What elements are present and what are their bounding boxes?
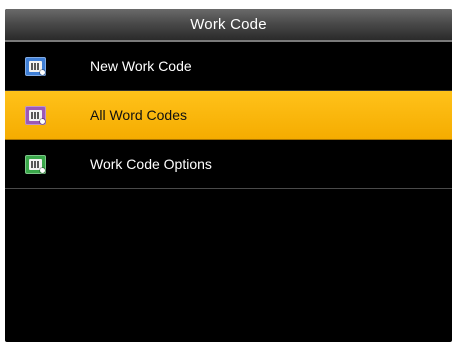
new-work-code-icon: [25, 56, 46, 76]
work-code-options-icon: [25, 154, 46, 174]
menu-item-label: Work Code Options: [90, 156, 212, 172]
menu-item-new-work-code[interactable]: New Work Code: [5, 42, 452, 91]
title-bar: Work Code: [5, 9, 452, 42]
work-code-menu: New Work Code All Word Codes Work Code O…: [5, 42, 452, 189]
menu-item-label: New Work Code: [90, 58, 192, 74]
menu-item-all-work-codes[interactable]: All Word Codes: [5, 91, 452, 140]
page-title: Work Code: [190, 16, 267, 33]
menu-item-label: All Word Codes: [90, 107, 188, 123]
device-screen: Work Code New Work Code All Word Codes W…: [5, 9, 452, 342]
menu-item-work-code-options[interactable]: Work Code Options: [5, 140, 452, 189]
all-work-codes-icon: [25, 105, 46, 125]
